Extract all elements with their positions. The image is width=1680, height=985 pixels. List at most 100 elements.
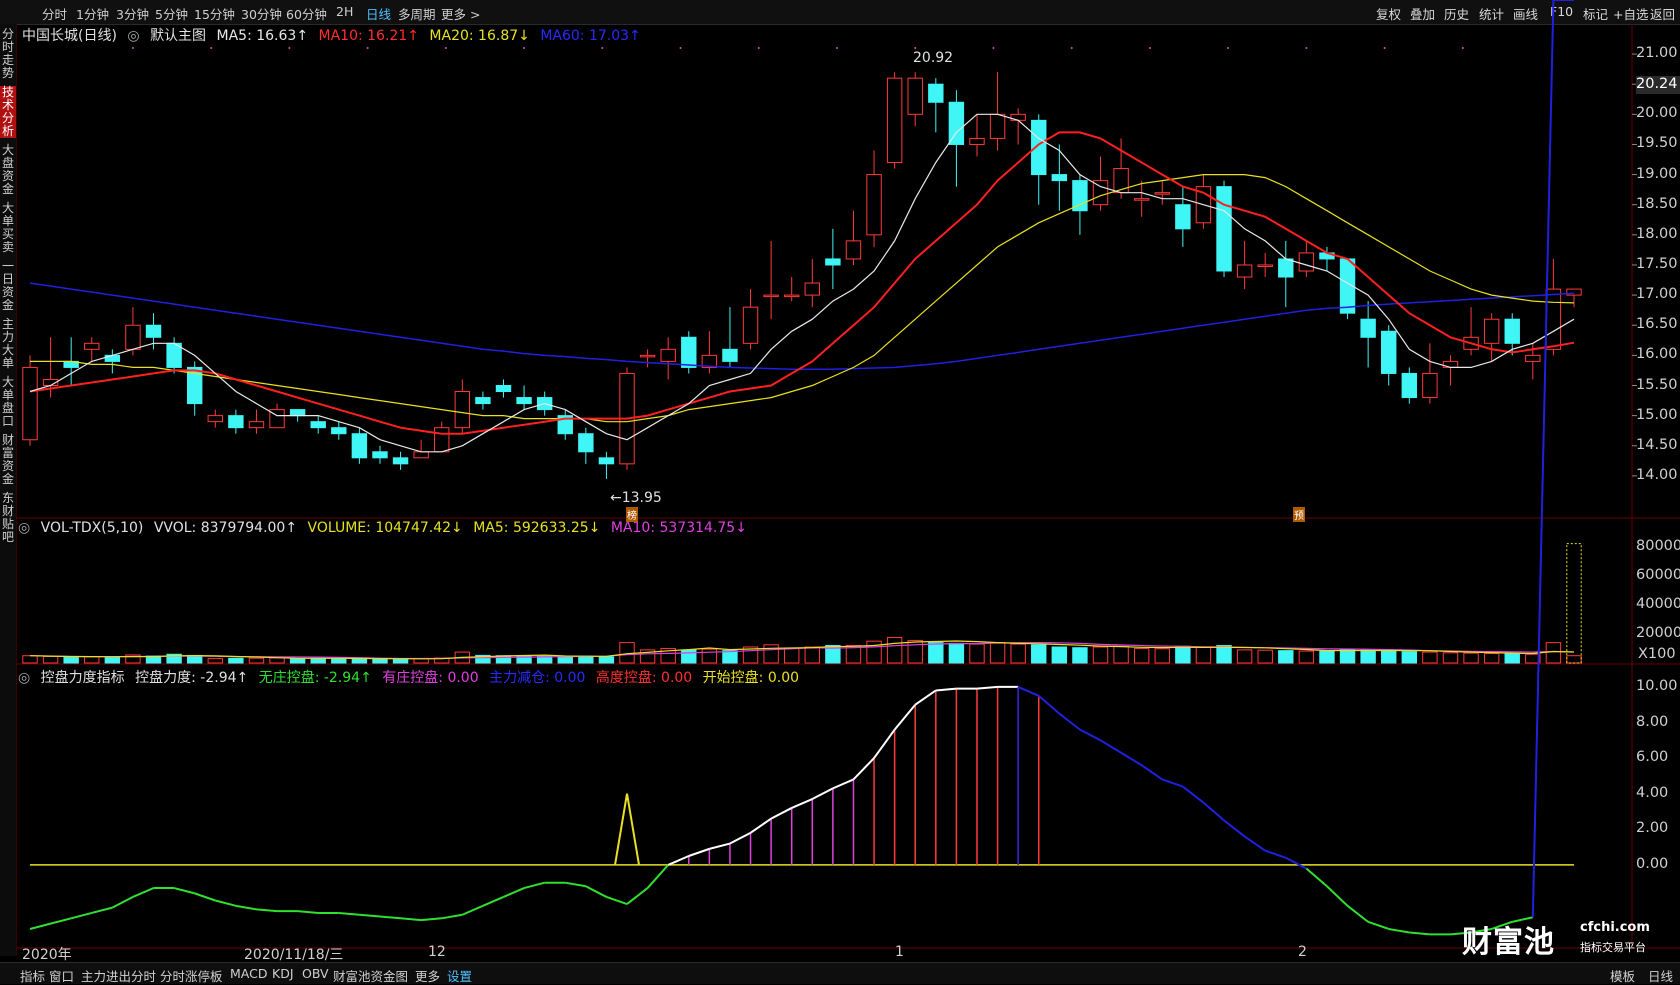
volume-bar	[84, 656, 100, 664]
candle-body	[598, 457, 615, 465]
bottom-tab[interactable]: 设置	[447, 966, 472, 985]
signal-dot	[1227, 47, 1230, 49]
control-line-segment	[1038, 695, 1060, 715]
candle-body	[907, 77, 923, 115]
bottom-tab[interactable]: KDJ	[272, 966, 294, 981]
signal-dot	[210, 47, 213, 49]
volume-bar	[1442, 652, 1459, 664]
signal-dot	[914, 47, 917, 49]
volume-bar	[1072, 647, 1088, 664]
bottom-right-button[interactable]: 日线	[1648, 966, 1673, 985]
control-line-segment	[523, 881, 545, 890]
candle-body	[475, 397, 491, 405]
candle-body	[145, 324, 162, 338]
candle-body	[1236, 264, 1253, 278]
bottom-tab[interactable]: 主力进出分时	[81, 966, 156, 985]
date-tick: 1	[895, 944, 904, 960]
axis-tick-label: 18.00	[1636, 225, 1678, 242]
volume-bar	[1381, 650, 1397, 664]
candle-body	[1422, 372, 1438, 399]
control-line-segment	[29, 922, 51, 930]
bottom-tab[interactable]: MACD	[230, 966, 267, 981]
candle-body	[1360, 318, 1376, 338]
control-line-segment	[1223, 819, 1246, 838]
candle-body	[1175, 204, 1191, 230]
candle-body	[639, 354, 656, 358]
axis-tick-label: 18.50	[1636, 195, 1678, 212]
signal-dot	[444, 47, 447, 49]
start-control-spike	[614, 793, 640, 866]
candle-body	[948, 101, 965, 145]
date-tick: 2020年	[22, 947, 72, 963]
control-line-segment	[893, 704, 916, 731]
volume-bar	[763, 644, 779, 664]
control-line-segment	[1531, 0, 1555, 918]
control-line-segment	[461, 904, 484, 916]
control-line-segment	[935, 687, 957, 692]
control-line-segment	[1079, 728, 1101, 742]
volume-bar	[1401, 651, 1418, 664]
axis-tick-label: 6.00	[1636, 749, 1669, 766]
volume-bar	[1483, 653, 1500, 664]
control-line-segment	[400, 917, 422, 922]
control-line-segment	[626, 887, 649, 905]
control-line-segment	[1285, 856, 1307, 870]
volume-bar	[1195, 646, 1212, 664]
control-line-segment	[215, 899, 237, 907]
control-line-segment	[1305, 867, 1328, 888]
volume-bar	[1113, 645, 1129, 664]
candle-body	[1031, 119, 1047, 176]
control-line-segment	[1120, 751, 1143, 767]
event-tag-yu[interactable]: 预	[1293, 507, 1305, 522]
bottom-tab[interactable]: 财富池资金图	[333, 966, 408, 985]
volume-unit: X100	[1638, 646, 1676, 662]
candle-body	[1278, 258, 1294, 278]
volume-bar	[1360, 649, 1376, 664]
bottom-tab[interactable]: 更多	[415, 966, 440, 985]
volume-bar	[722, 650, 738, 664]
volume-bar	[269, 657, 285, 664]
volume-bar	[248, 657, 265, 664]
control-line-segment	[565, 881, 587, 888]
signal-dot	[1461, 47, 1464, 49]
bottom-right-button[interactable]: 模板	[1610, 966, 1635, 985]
axis-tick-label: 15.00	[1636, 406, 1678, 423]
control-line-segment	[379, 915, 401, 920]
bottom-tab[interactable]: 窗口	[49, 966, 74, 985]
event-tag-bang[interactable]: 榜	[626, 507, 638, 522]
date-tick: 2	[1298, 944, 1307, 960]
candle-body	[989, 113, 1006, 139]
candle-body	[310, 421, 326, 429]
control-line-segment	[1182, 785, 1205, 804]
candle-body	[928, 83, 944, 103]
chart-canvas[interactable]	[0, 0, 1680, 983]
control-line-segment	[811, 787, 834, 800]
volume-bar	[557, 656, 573, 664]
volume-bar	[1154, 648, 1170, 664]
control-line-segment	[1346, 905, 1369, 923]
axis-tick-label: 19.00	[1636, 165, 1678, 182]
volume-bar	[1092, 646, 1109, 664]
axis-tick-label: 20.00	[1636, 105, 1678, 122]
bottom-tab[interactable]: 指标	[20, 966, 45, 985]
volume-bar	[207, 658, 223, 664]
volume-bar	[1298, 650, 1315, 664]
bottom-tab[interactable]: 分时涨停板	[160, 966, 223, 985]
signal-dot	[757, 47, 760, 49]
low-marker: ←13.95	[610, 490, 662, 506]
candle-body	[845, 240, 862, 260]
volume-bar	[948, 642, 965, 664]
volume-bar	[1319, 650, 1335, 664]
control-line-segment	[173, 887, 195, 895]
control-line-segment	[1099, 739, 1122, 754]
control-line-segment	[873, 729, 896, 759]
control-line-segment	[606, 895, 628, 906]
candle-body	[804, 282, 820, 296]
control-line-segment	[91, 906, 113, 914]
candle-body	[1072, 180, 1088, 212]
signal-dot	[523, 47, 526, 49]
control-line-segment	[503, 887, 525, 898]
candle-body	[660, 348, 676, 362]
signal-dot	[131, 47, 134, 49]
bottom-tab[interactable]: OBV	[302, 966, 329, 981]
